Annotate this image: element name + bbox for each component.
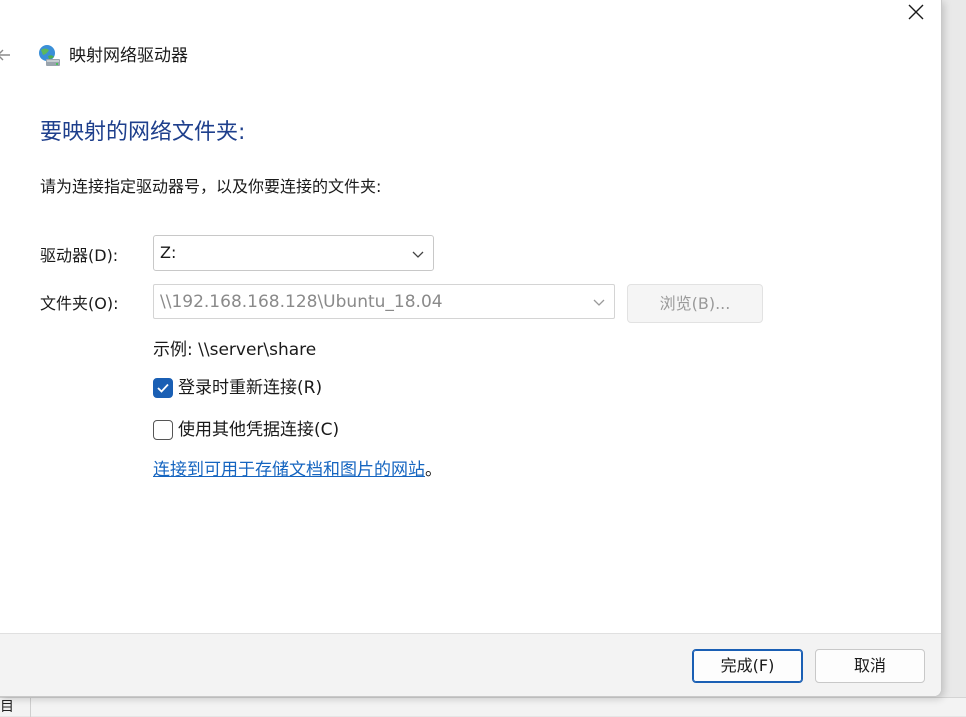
close-icon (908, 4, 924, 20)
website-link-row: 连接到可用于存储文档和图片的网站。 (153, 459, 442, 481)
close-button[interactable] (896, 0, 936, 24)
drive-select-value: Z: (160, 243, 177, 262)
background-partial-text: 目 (0, 699, 14, 715)
back-arrow-icon (0, 49, 10, 61)
other-credentials-checkbox[interactable] (153, 420, 173, 440)
checkmark-icon (157, 383, 169, 393)
example-text: 示例: \\server\share (153, 340, 317, 360)
reconnect-checkbox-label[interactable]: 登录时重新连接(R) (178, 377, 322, 399)
instruction-text: 请为连接指定驱动器号，以及你要连接的文件夹: (40, 177, 382, 196)
reconnect-checkbox[interactable] (153, 378, 173, 398)
folder-label: 文件夹(O): (40, 294, 119, 313)
website-storage-link[interactable]: 连接到可用于存储文档和图片的网站 (153, 460, 425, 480)
window-title: 映射网络驱动器 (69, 46, 188, 66)
drive-select[interactable]: Z: (153, 235, 434, 271)
back-button[interactable] (0, 44, 18, 66)
finish-button[interactable]: 完成(F) (692, 649, 803, 683)
folder-combobox[interactable]: \\192.168.168.128\Ubuntu_18.04 (153, 284, 615, 319)
chevron-down-icon (593, 299, 605, 306)
column-divider (30, 698, 31, 717)
browse-button[interactable]: 浏览(B)... (627, 284, 763, 323)
folder-combobox-value: \\192.168.168.128\Ubuntu_18.04 (160, 292, 443, 312)
chevron-down-icon (412, 251, 424, 258)
link-suffix: 。 (425, 460, 442, 480)
drive-label: 驱动器(D): (40, 246, 119, 265)
network-drive-icon (37, 44, 61, 68)
other-credentials-checkbox-label[interactable]: 使用其他凭据连接(C) (178, 419, 339, 441)
page-heading: 要映射的网络文件夹: (40, 120, 246, 145)
cancel-button[interactable]: 取消 (815, 649, 925, 683)
map-network-drive-dialog: 映射网络驱动器 要映射的网络文件夹: 请为连接指定驱动器号，以及你要连接的文件夹… (0, 0, 942, 697)
background-window-strip: 目 (0, 697, 966, 717)
